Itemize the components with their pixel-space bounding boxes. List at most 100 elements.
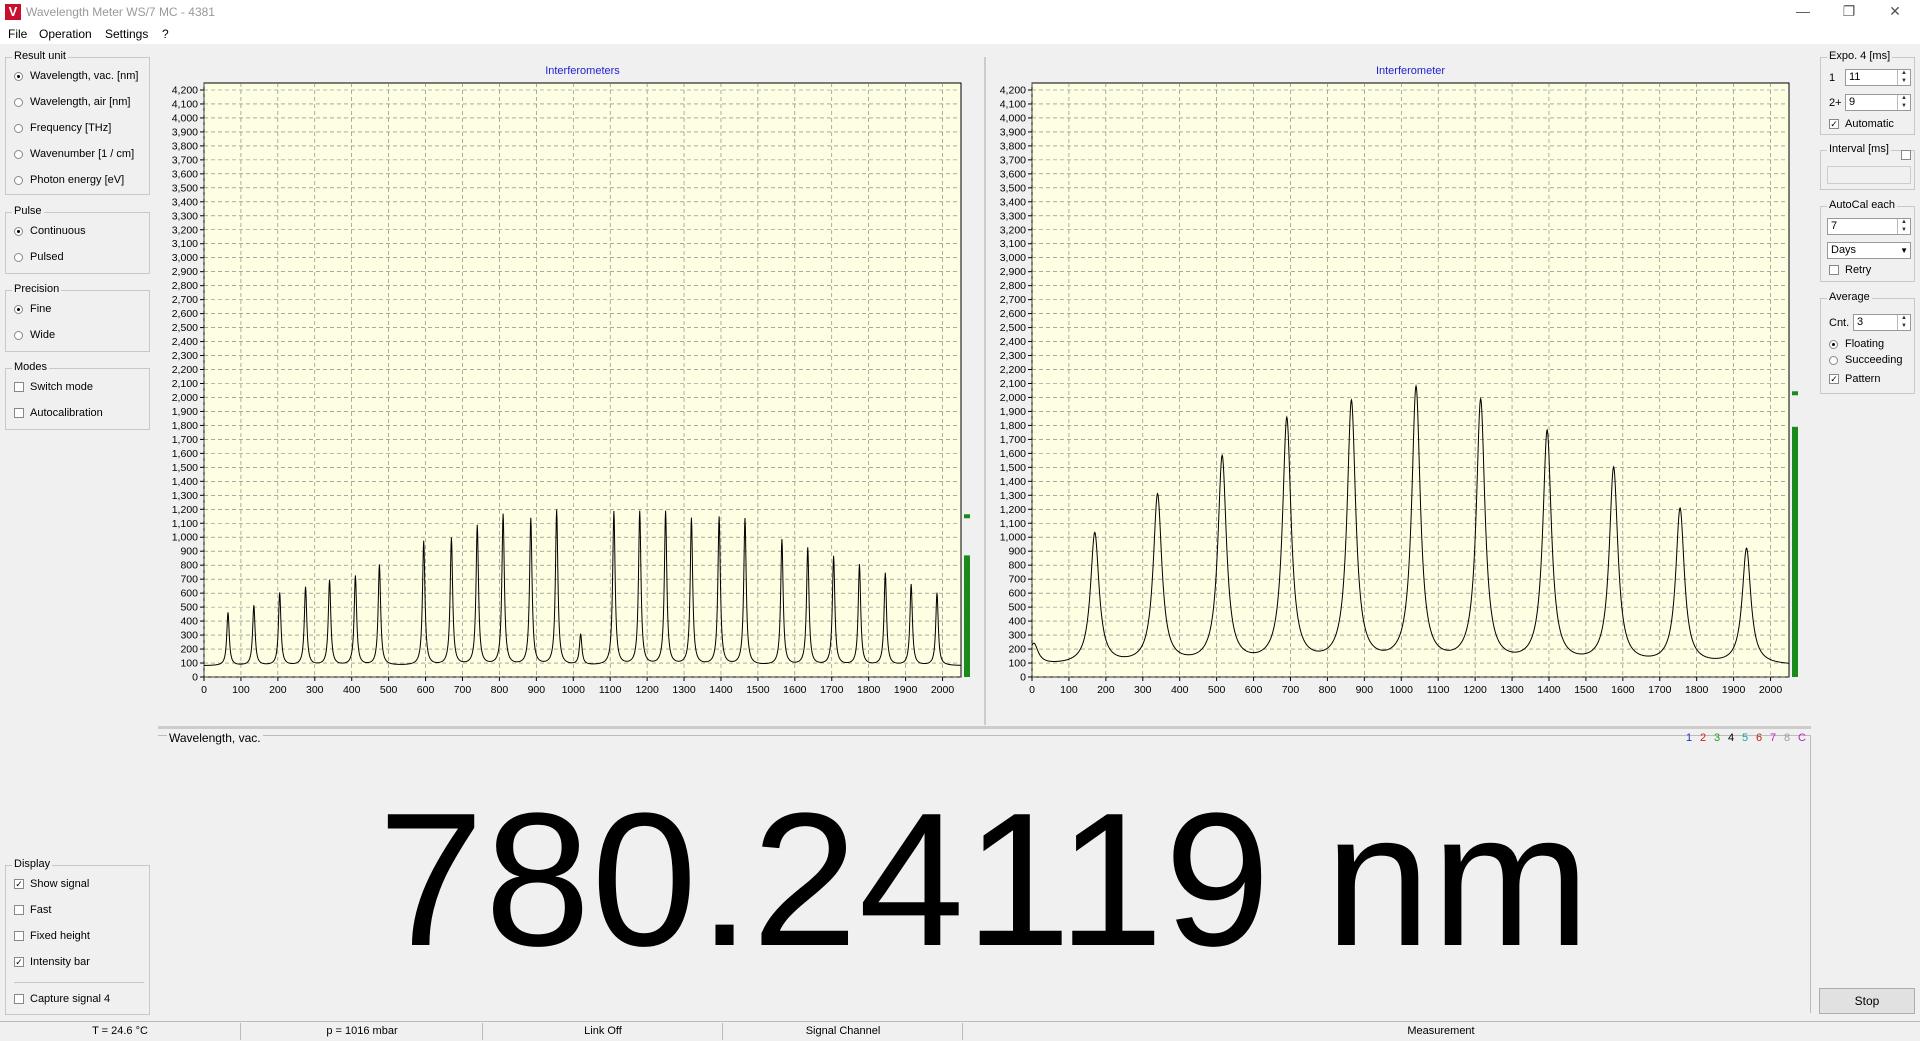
menu-settings[interactable]: Settings — [105, 27, 148, 41]
y-tick-label: 1,200 — [1000, 504, 1026, 516]
y-tick-label: 400 — [1008, 616, 1026, 628]
x-tick-label: 100 — [232, 684, 250, 696]
interval-spinner[interactable] — [1827, 166, 1911, 184]
unit-wavelength-air-radio[interactable]: Wavelength, air [nm] — [14, 96, 130, 108]
y-tick-label: 0 — [1020, 672, 1026, 684]
menu-bar: File Operation Settings ? — [0, 24, 1920, 44]
autocalibration-checkbox[interactable]: Autocalibration — [14, 407, 103, 419]
autocal-spinner[interactable]: 7 ▲ ▼ — [1827, 218, 1911, 235]
y-tick-label: 4,000 — [1000, 112, 1026, 124]
pattern-checkbox[interactable]: ✓ Pattern — [1829, 373, 1880, 385]
close-icon[interactable]: ✕ — [1872, 0, 1918, 24]
channel-tab-2[interactable]: 2 — [1700, 732, 1706, 744]
y-tick-label: 2,200 — [1000, 364, 1026, 376]
x-tick-label: 1100 — [1427, 684, 1450, 696]
fast-checkbox[interactable]: Fast — [14, 904, 51, 916]
y-tick-label: 3,100 — [1000, 238, 1026, 250]
unit-wavelength-vac-radio[interactable]: Wavelength, vac. [nm] — [14, 70, 138, 82]
fixed-height-checkbox[interactable]: Fixed height — [14, 930, 90, 942]
modes-title: Modes — [12, 361, 50, 373]
y-tick-label: 2,300 — [172, 350, 198, 362]
menu-file[interactable]: File — [8, 27, 27, 41]
result-splitter[interactable] — [158, 726, 1811, 729]
interval-checkbox[interactable] — [1901, 149, 1911, 160]
pulse-continuous-radio[interactable]: Continuous — [14, 225, 86, 237]
restore-icon[interactable]: ❐ — [1826, 0, 1872, 24]
channel-tab-8[interactable]: 8 — [1784, 732, 1790, 744]
x-tick-label: 800 — [491, 684, 509, 696]
autocal-unit-select[interactable]: Days ▼ — [1827, 242, 1911, 259]
y-tick-label: 300 — [180, 630, 198, 642]
menu-operation[interactable]: Operation — [39, 27, 92, 41]
channel-tab-3[interactable]: 3 — [1714, 732, 1720, 744]
channel-tab-7[interactable]: 7 — [1770, 732, 1776, 744]
x-tick-label: 1100 — [599, 684, 622, 696]
channel-tab-1[interactable]: 1 — [1686, 732, 1692, 744]
stop-button[interactable]: Stop — [1819, 988, 1915, 1014]
y-tick-label: 2,900 — [172, 266, 198, 278]
unit-photon-energy-radio[interactable]: Photon energy [eV] — [14, 174, 124, 186]
capture-signal-checkbox[interactable]: Capture signal 4 — [14, 993, 110, 1005]
unit-frequency-radio[interactable]: Frequency [THz] — [14, 122, 111, 134]
autocal-title: AutoCal each — [1827, 199, 1898, 211]
y-tick-label: 3,400 — [1000, 196, 1026, 208]
y-tick-label: 1,600 — [1000, 448, 1026, 460]
precision-wide-radio[interactable]: Wide — [14, 329, 55, 341]
y-tick-label: 2,500 — [172, 322, 198, 334]
display-group: Display ✓ Show signal Fast Fixed height ✓… — [5, 858, 150, 1015]
interferometers-chart: Interferometers 0 100 200 300 400 500 600 700 800… — [172, 65, 970, 696]
automatic-checkbox[interactable]: ✓ Automatic — [1829, 118, 1894, 130]
y-tick-label: 700 — [180, 574, 198, 586]
average-succeeding-radio[interactable]: Succeeding — [1829, 354, 1903, 366]
intensity-bar-checkbox[interactable]: ✓ Intensity bar — [14, 956, 90, 968]
y-tick-label: 3,200 — [172, 224, 198, 236]
show-signal-checkbox[interactable]: ✓ Show signal — [14, 878, 89, 890]
pulse-pulsed-radio[interactable]: Pulsed — [14, 251, 64, 263]
expo-2-spinner[interactable]: 9 ▲ ▼ — [1845, 94, 1911, 111]
menu-help[interactable]: ? — [162, 27, 169, 41]
y-tick-label: 3,700 — [1000, 154, 1026, 166]
y-tick-label: 500 — [1008, 602, 1026, 614]
expo-1-spinner[interactable]: 11 ▲ ▼ — [1845, 69, 1911, 86]
average-group: Average Cnt. 3 ▲ ▼ Floating Succeeding ✓ P… — [1820, 291, 1915, 394]
modes-group: Modes Switch mode Autocalibration — [5, 361, 150, 430]
y-tick-label: 0 — [192, 672, 198, 684]
cnt-label: Cnt. — [1829, 317, 1850, 329]
x-tick-label: 1000 — [562, 684, 586, 696]
x-tick-label: 200 — [269, 684, 287, 696]
minimize-icon[interactable]: — — [1780, 0, 1826, 24]
x-tick-label: 700 — [1282, 684, 1300, 696]
interferometer-chart: Interferometer 0 100 200 300 400 500 600 700 800 9… — [1000, 65, 1798, 696]
status-signal-channel: Signal Channel — [724, 1023, 963, 1040]
intensity-bar — [964, 555, 970, 677]
switch-mode-checkbox[interactable]: Switch mode — [14, 381, 93, 393]
average-floating-radio[interactable]: Floating — [1829, 338, 1884, 350]
chevron-down-icon: ▼ — [1900, 246, 1908, 255]
chart-left-panel: Interferometers 0 100 200 300 400 500 600 700 800… — [158, 57, 983, 725]
y-tick-label: 1,000 — [172, 532, 198, 544]
y-tick-label: 1,100 — [172, 518, 198, 530]
x-tick-label: 600 — [417, 684, 435, 696]
x-tick-label: 1300 — [672, 684, 696, 696]
y-tick-label: 2,600 — [172, 308, 198, 320]
app-logo-icon: V — [5, 4, 21, 20]
x-tick-label: 1800 — [857, 684, 881, 696]
y-tick-label: 4,100 — [172, 98, 198, 110]
expo-2-label: 2+ — [1829, 97, 1842, 109]
channel-tab-5[interactable]: 5 — [1742, 732, 1748, 744]
precision-fine-radio[interactable]: Fine — [14, 303, 51, 315]
average-count-spinner[interactable]: 3 ▲ ▼ — [1853, 314, 1911, 331]
channel-tab-4[interactable]: 4 — [1728, 732, 1734, 744]
y-tick-label: 3,100 — [172, 238, 198, 250]
y-tick-label: 900 — [180, 546, 198, 558]
exposure-title: Expo. 4 [ms] — [1827, 50, 1893, 62]
retry-checkbox[interactable]: Retry — [1829, 264, 1871, 276]
channel-tab-6[interactable]: 6 — [1756, 732, 1762, 744]
y-tick-label: 100 — [1008, 658, 1026, 670]
x-tick-label: 800 — [1319, 684, 1337, 696]
y-tick-label: 2,400 — [1000, 336, 1026, 348]
unit-wavenumber-radio[interactable]: Wavenumber [1 / cm] — [14, 148, 134, 160]
result-unit-group: Result unit Wavelength, vac. [nm] Wavele… — [5, 50, 150, 195]
y-tick-label: 1,600 — [172, 448, 198, 460]
channel-tab-c[interactable]: C — [1798, 732, 1806, 744]
